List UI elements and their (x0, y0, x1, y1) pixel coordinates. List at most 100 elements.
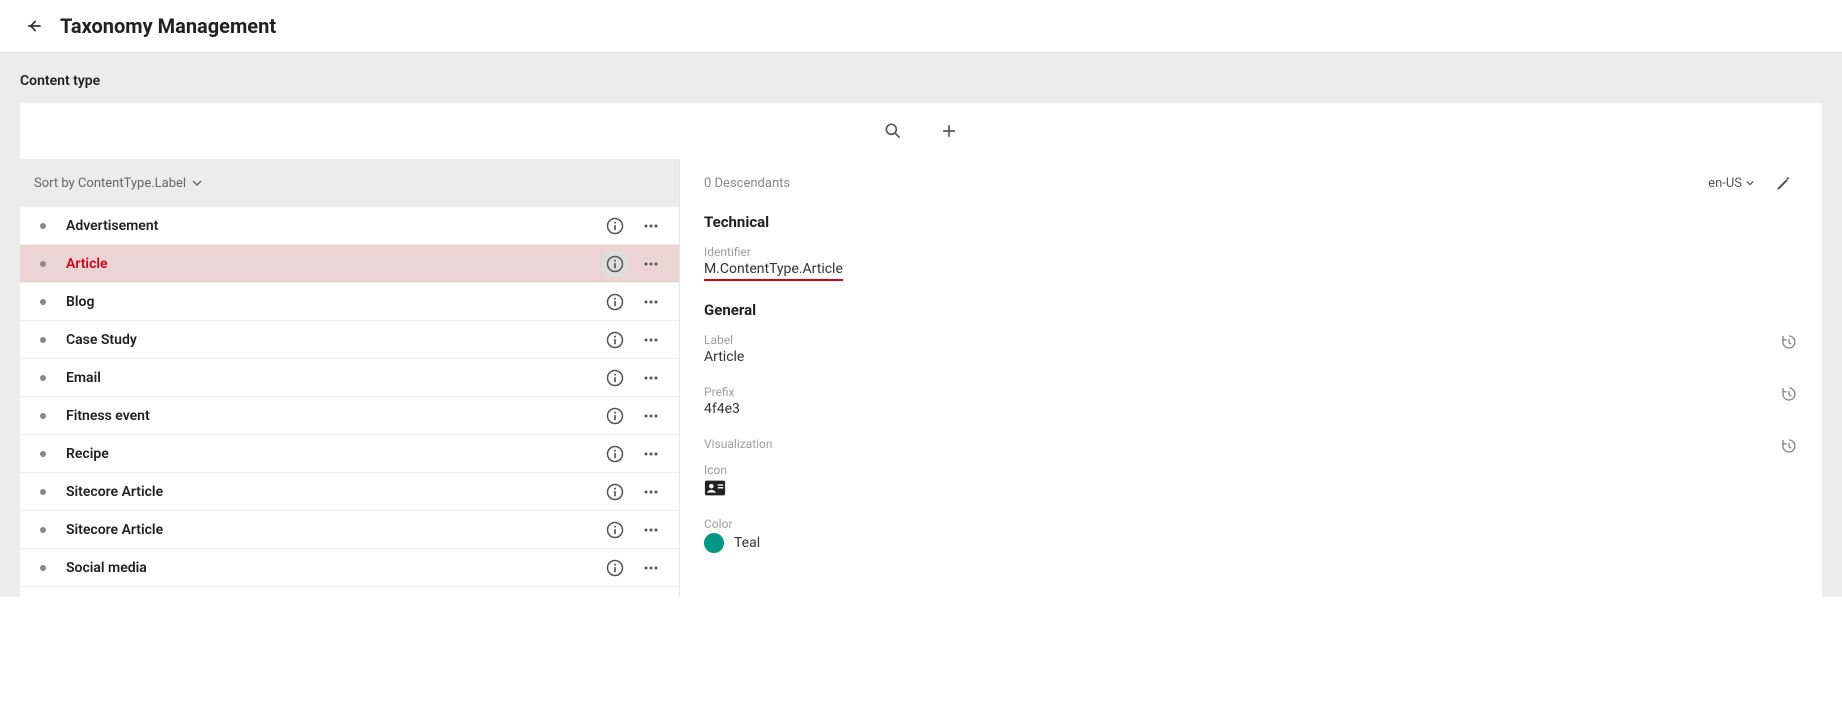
info-button[interactable] (601, 478, 629, 506)
list-row[interactable]: Social media (20, 549, 679, 587)
general-heading: General (704, 301, 1798, 319)
bullet-icon (40, 565, 46, 571)
more-horizontal-icon (641, 330, 661, 350)
info-icon (605, 292, 625, 312)
more-button[interactable] (637, 288, 665, 316)
list-item-label[interactable]: Advertisement (66, 218, 601, 234)
visualization-field: Visualization (704, 437, 1798, 451)
row-actions (601, 250, 665, 278)
more-button[interactable] (637, 402, 665, 430)
info-button[interactable] (601, 326, 629, 354)
section-title: Content type (20, 73, 1822, 89)
list-item-label[interactable]: Recipe (66, 446, 601, 462)
row-actions (601, 516, 665, 544)
icon-field: Icon (704, 463, 1798, 497)
info-button[interactable] (601, 364, 629, 392)
more-horizontal-icon (641, 216, 661, 236)
info-button[interactable] (601, 440, 629, 468)
page-header: Taxonomy Management (0, 0, 1842, 53)
more-horizontal-icon (641, 558, 661, 578)
chevron-down-icon (192, 178, 202, 188)
list-row[interactable]: Sitecore Article (20, 473, 679, 511)
chevron-down-icon (1746, 179, 1754, 187)
language-selector[interactable]: en-US (1708, 176, 1754, 191)
row-actions (601, 440, 665, 468)
technical-heading: Technical (704, 213, 1798, 231)
list-row[interactable]: Advertisement (20, 207, 679, 245)
info-icon (605, 482, 625, 502)
color-label: Color (704, 517, 1798, 531)
info-button[interactable] (601, 288, 629, 316)
more-button[interactable] (637, 554, 665, 582)
info-icon (605, 216, 625, 236)
identifier-value: M.ContentType.Article (704, 261, 843, 281)
search-icon (883, 121, 903, 141)
descendants-count: 0 Descendants (704, 176, 790, 191)
list-row[interactable]: Article (20, 245, 679, 283)
list-row[interactable]: Recipe (20, 435, 679, 473)
list-panel: Sort by ContentType.Label AdvertisementA… (20, 159, 680, 597)
prefix-history-button[interactable] (1780, 385, 1798, 403)
sort-dropdown[interactable]: Sort by ContentType.Label (20, 159, 679, 207)
identifier-field: Identifier M.ContentType.Article (704, 245, 1798, 281)
row-actions (601, 478, 665, 506)
info-icon (605, 558, 625, 578)
color-value: Teal (734, 535, 760, 551)
prefix-label: Prefix (704, 385, 1798, 399)
arrow-left-icon (24, 16, 44, 36)
more-button[interactable] (637, 326, 665, 354)
visualization-history-button[interactable] (1780, 437, 1798, 455)
list-item-label[interactable]: Article (66, 256, 601, 272)
list-item-label[interactable]: Sitecore Article (66, 484, 601, 500)
prefix-value: 4f4e3 (704, 401, 1798, 417)
more-button[interactable] (637, 516, 665, 544)
list-row[interactable]: Email (20, 359, 679, 397)
more-horizontal-icon (641, 482, 661, 502)
list-item-label[interactable]: Fitness event (66, 408, 601, 424)
back-button[interactable] (20, 12, 48, 40)
more-horizontal-icon (641, 520, 661, 540)
more-horizontal-icon (641, 368, 661, 388)
more-horizontal-icon (641, 292, 661, 312)
info-button[interactable] (601, 250, 629, 278)
list-row[interactable]: Fitness event (20, 397, 679, 435)
label-label: Label (704, 333, 1798, 347)
add-button[interactable] (935, 117, 963, 145)
list-item-label[interactable]: Case Study (66, 332, 601, 348)
edit-button[interactable] (1770, 169, 1798, 197)
bullet-icon (40, 261, 46, 267)
details-top-bar: 0 Descendants en-US (704, 159, 1798, 207)
list-item-label[interactable]: Blog (66, 294, 601, 310)
list-item-label[interactable]: Email (66, 370, 601, 386)
info-button[interactable] (601, 554, 629, 582)
info-button[interactable] (601, 516, 629, 544)
icon-label: Icon (704, 463, 1798, 477)
more-button[interactable] (637, 478, 665, 506)
list-row[interactable]: Case Study (20, 321, 679, 359)
label-value: Article (704, 349, 1798, 365)
more-button[interactable] (637, 212, 665, 240)
bullet-icon (40, 489, 46, 495)
more-button[interactable] (637, 440, 665, 468)
list-item-label[interactable]: Sitecore Article (66, 522, 601, 538)
pencil-icon (1775, 174, 1793, 192)
info-icon (605, 406, 625, 426)
label-history-button[interactable] (1780, 333, 1798, 351)
visualization-label: Visualization (704, 437, 1798, 451)
search-button[interactable] (879, 117, 907, 145)
content-type-list: Advertisement Article Blog Case Study Email F… (20, 207, 679, 587)
more-button[interactable] (637, 250, 665, 278)
info-button[interactable] (601, 212, 629, 240)
language-label: en-US (1708, 176, 1742, 191)
info-icon (605, 444, 625, 464)
list-row[interactable]: Blog (20, 283, 679, 321)
icon-value (704, 479, 726, 497)
history-icon (1780, 385, 1798, 403)
bullet-icon (40, 451, 46, 457)
info-button[interactable] (601, 402, 629, 430)
more-button[interactable] (637, 364, 665, 392)
bullet-icon (40, 299, 46, 305)
details-panel: 0 Descendants en-US Technical Identifier… (680, 159, 1822, 597)
list-row[interactable]: Sitecore Article (20, 511, 679, 549)
list-item-label[interactable]: Social media (66, 560, 601, 576)
